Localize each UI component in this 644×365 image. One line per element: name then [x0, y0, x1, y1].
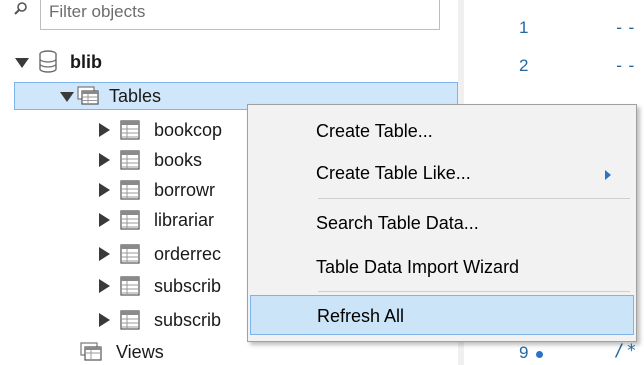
views-folder-icon — [80, 342, 104, 362]
menu-separator — [318, 291, 630, 292]
table-item[interactable]: subscrib — [96, 306, 221, 334]
filter-bar — [0, 0, 463, 38]
collapsed-arrow-icon[interactable] — [96, 246, 112, 262]
line-number: 1 — [519, 18, 529, 37]
table-item[interactable]: orderrec — [96, 240, 221, 268]
table-icon — [120, 120, 140, 140]
line-number: 2 — [519, 56, 529, 75]
filter-objects-input[interactable] — [40, 0, 440, 30]
collapsed-arrow-icon[interactable] — [96, 122, 112, 138]
table-icon — [120, 150, 140, 170]
line-number: 9 — [519, 343, 529, 362]
menu-item-search-table-data[interactable]: Search Table Data... — [250, 203, 634, 243]
table-icon — [120, 244, 140, 264]
table-label: borrowr — [154, 179, 216, 200]
table-label: subscrib — [154, 275, 222, 296]
database-icon — [38, 50, 58, 74]
code-line[interactable]: /* — [614, 341, 638, 361]
marker-dot-icon — [536, 351, 543, 358]
table-label: librariar — [154, 209, 215, 230]
table-icon — [120, 180, 140, 200]
table-label: books — [154, 149, 203, 170]
table-label: bookcop — [154, 119, 223, 140]
schema-node-blib[interactable]: blib — [14, 48, 102, 76]
table-icon — [120, 310, 140, 330]
menu-separator — [318, 198, 630, 199]
submenu-arrow-icon — [604, 168, 612, 186]
menu-item-label: Create Table Like... — [316, 163, 471, 183]
table-item[interactable]: books — [96, 146, 202, 174]
context-menu: Create Table... Create Table Like... Sea… — [247, 104, 637, 342]
collapsed-arrow-icon[interactable] — [96, 312, 112, 328]
expand-arrow-icon[interactable] — [14, 54, 30, 70]
table-item[interactable]: librariar — [96, 206, 214, 234]
code-line[interactable]: -- — [614, 18, 638, 38]
menu-item-label: Create Table... — [316, 121, 433, 141]
menu-item-label: Search Table Data... — [316, 213, 479, 233]
collapsed-arrow-icon[interactable] — [96, 212, 112, 228]
views-node[interactable]: Views — [80, 338, 164, 365]
menu-item-label: Refresh All — [317, 306, 405, 326]
menu-item-label: Table Data Import Wizard — [316, 257, 520, 277]
menu-item-refresh-all[interactable]: Refresh All — [250, 295, 634, 335]
table-label: subscrib — [154, 309, 222, 330]
collapsed-arrow-icon[interactable] — [96, 182, 112, 198]
tables-label: Tables — [109, 85, 162, 106]
table-icon — [120, 210, 140, 230]
table-icon — [120, 276, 140, 296]
collapsed-arrow-icon[interactable] — [96, 278, 112, 294]
tables-folder-icon — [77, 86, 101, 106]
collapsed-arrow-icon[interactable] — [96, 152, 112, 168]
table-item[interactable]: subscrib — [96, 272, 221, 300]
search-icon — [14, 2, 28, 16]
table-label: orderrec — [154, 243, 222, 264]
menu-item-table-data-import-wizard[interactable]: Table Data Import Wizard — [250, 247, 634, 287]
menu-item-create-table[interactable]: Create Table... — [250, 111, 634, 151]
views-label: Views — [116, 341, 164, 362]
menu-item-create-table-like[interactable]: Create Table Like... — [250, 153, 634, 193]
table-item[interactable]: bookcop — [96, 116, 222, 144]
table-item[interactable]: borrowr — [96, 176, 215, 204]
expand-arrow-icon[interactable] — [59, 88, 75, 104]
code-line[interactable]: -- — [614, 56, 638, 76]
schema-label: blib — [70, 51, 102, 72]
